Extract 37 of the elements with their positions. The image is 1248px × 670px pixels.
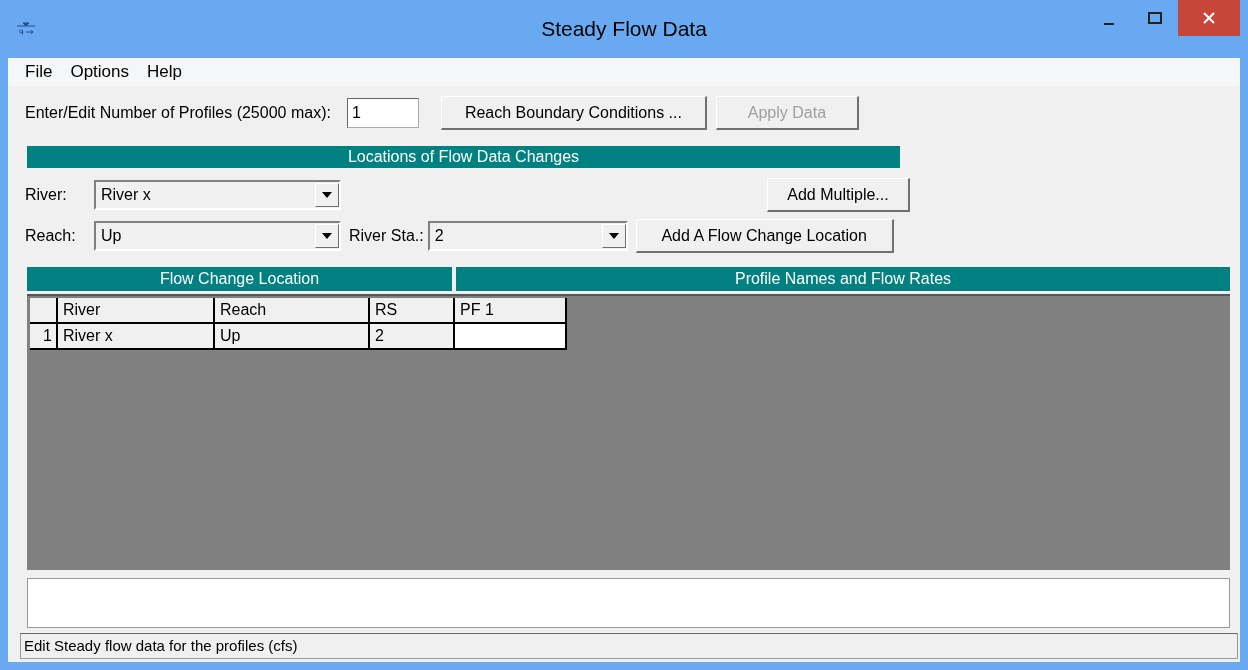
status-bar: Edit Steady flow data for the profiles (cfs) (20, 633, 1238, 659)
dropdown-arrow-icon (608, 233, 619, 239)
profiles-input[interactable]: 1 (346, 98, 419, 128)
maximize-icon (1148, 12, 1162, 24)
column-header: River (58, 298, 215, 324)
reach-dropdown[interactable]: Up (94, 221, 341, 251)
section-header: Profile Names and Flow Rates (456, 267, 1230, 291)
river-station-dropdown[interactable]: 2 (427, 221, 628, 251)
table-cell: Up (215, 324, 370, 350)
table-cell[interactable] (455, 324, 567, 350)
column-header: RS (370, 298, 455, 324)
add-location-button[interactable]: Add A Flow Change Location (635, 219, 894, 253)
river-station-label: River Sta.: (349, 227, 424, 245)
dialog-button[interactable]: Reach Boundary Conditions ... (440, 96, 707, 130)
menu-item[interactable]: Options (63, 62, 136, 82)
section-header: Locations of Flow Data Changes (27, 146, 900, 168)
window-title: Steady Flow Data (540, 17, 708, 41)
column-header: PF 1 (455, 298, 567, 324)
row-header-cell (30, 298, 58, 324)
river-label: River: (25, 186, 68, 204)
menu-item[interactable]: Help (140, 62, 189, 82)
add-multiple-button[interactable]: Add Multiple... (767, 178, 910, 212)
close-icon (1202, 11, 1216, 25)
column-header: Reach (215, 298, 370, 324)
table-cell: River x (58, 324, 215, 350)
menu-item[interactable]: File (18, 62, 60, 82)
row-number: 1 (30, 324, 58, 350)
water-level-icon (16, 21, 36, 37)
profiles-label: Enter/Edit Number of Profiles (25000 max): (25, 104, 331, 122)
close-button[interactable] (1178, 0, 1240, 36)
dropdown-arrow-icon (322, 233, 332, 239)
table-cell: 2 (370, 324, 455, 350)
reach-label: Reach: (25, 227, 77, 245)
section-header: Flow Change Location (27, 267, 452, 291)
river-dropdown[interactable]: River x (94, 180, 341, 210)
dropdown-arrow-icon (322, 192, 332, 198)
minimize-icon (1104, 23, 1114, 25)
